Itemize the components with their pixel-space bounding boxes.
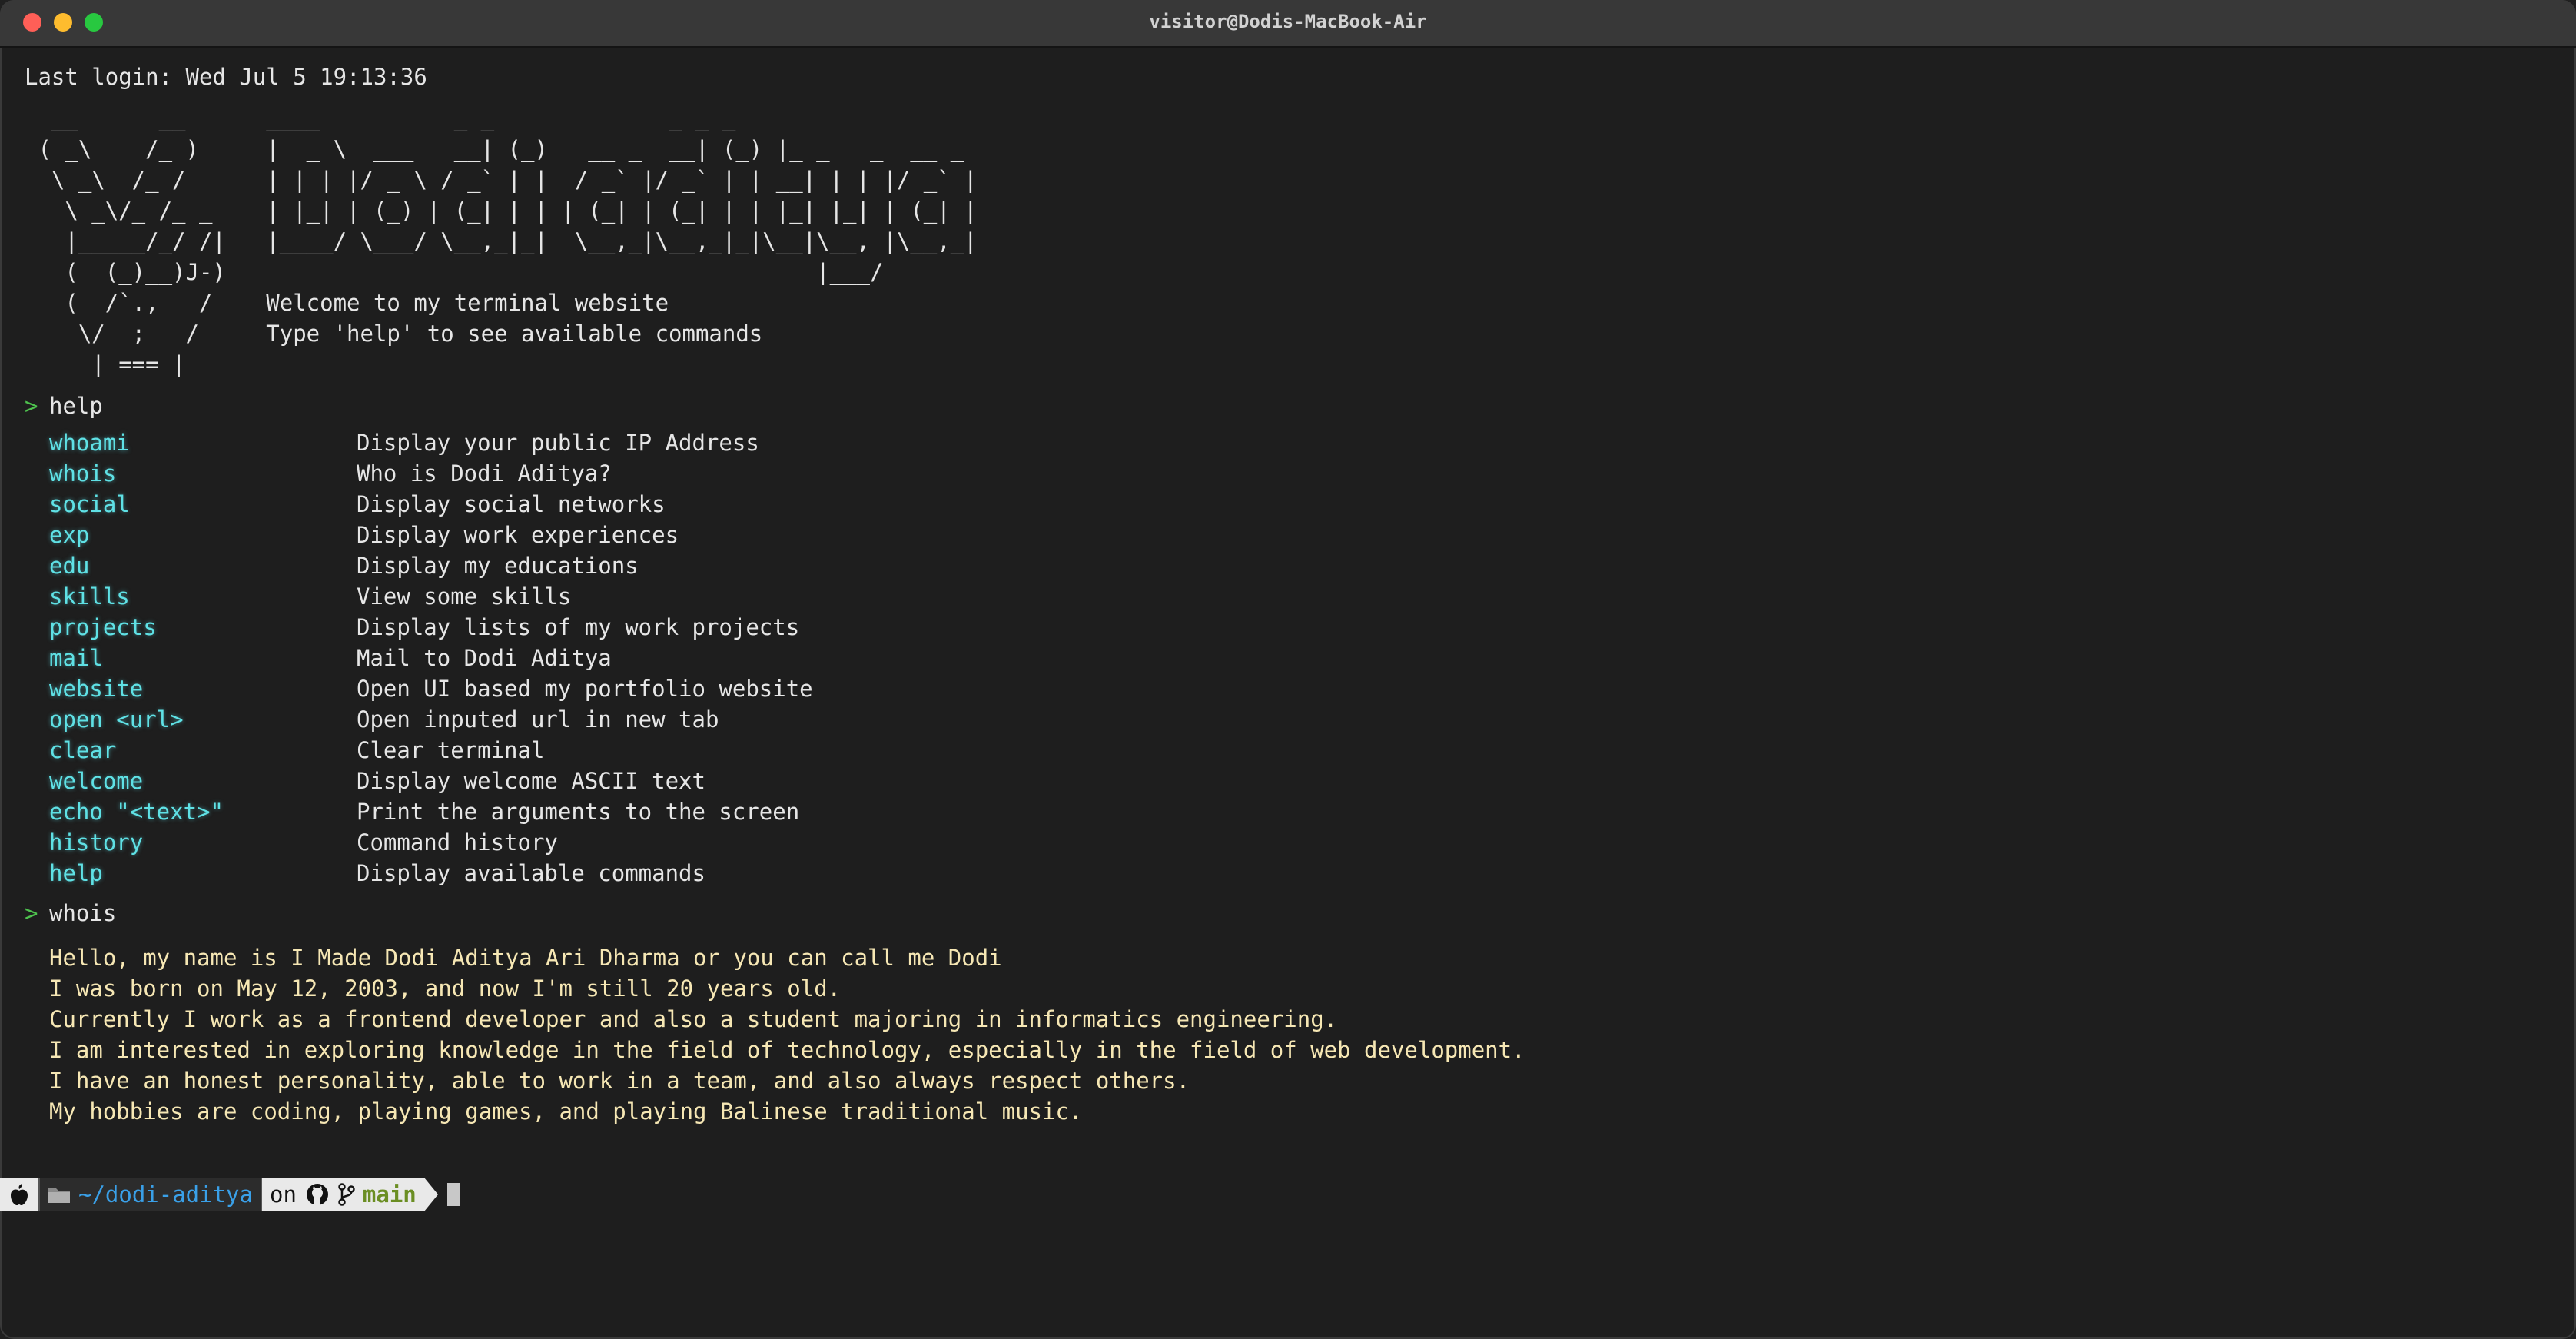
terminal-window: visitor@Dodis-MacBook-Air Last login: We… — [0, 0, 2576, 1339]
help-command-row: website Open UI based my portfolio websit… — [49, 673, 2553, 704]
welcome-ascii-art: __ __ ____ _ _ _ _ _ ( _\ /_ ) | _ \ ___… — [38, 105, 978, 377]
help-command-row: skills View some skills — [49, 581, 2553, 612]
command-description: View some skills — [357, 583, 572, 610]
whois-output: Hello, my name is I Made Dodi Aditya Ari… — [25, 942, 2553, 1127]
terminal-output[interactable]: Last login: Wed Jul 5 19:13:36 __ __ ___… — [25, 61, 2553, 1127]
command-name[interactable]: edu — [49, 550, 357, 581]
help-command-row: welcome Display welcome ASCII text — [49, 766, 2553, 796]
git-branch-name: main — [362, 1181, 417, 1208]
prompt-symbol: > — [25, 900, 38, 926]
help-command-row: help Display available commands — [49, 858, 2553, 889]
help-command-row: history Command history — [49, 827, 2553, 858]
folder-icon — [48, 1188, 70, 1203]
terminal-cursor[interactable] — [446, 1183, 460, 1206]
command-description: Display work experiences — [357, 522, 679, 548]
help-command-row: exp Display work experiences — [49, 520, 2553, 550]
help-command-row: whoami Display your public IP Address — [49, 427, 2553, 458]
help-command-row: mail Mail to Dodi Aditya — [49, 643, 2553, 673]
help-command-row: edu Display my educations — [49, 550, 2553, 581]
command-name[interactable]: exp — [49, 520, 357, 550]
entered-command: help — [49, 393, 103, 419]
command-name[interactable]: projects — [49, 612, 357, 643]
command-description: Display lists of my work projects — [357, 614, 800, 640]
command-description: Command history — [357, 829, 558, 856]
command-description: Clear terminal — [357, 737, 545, 763]
last-login-text: Last login: Wed Jul 5 19:13:36 — [25, 64, 427, 90]
apple-icon — [11, 1184, 28, 1205]
whois-line: Hello, my name is I Made Dodi Aditya Ari… — [49, 945, 1002, 971]
help-command-row: echo "<text>" Print the arguments to the … — [49, 796, 2553, 827]
whois-line: My hobbies are coding, playing games, an… — [49, 1098, 1083, 1125]
command-description: Display social networks — [357, 491, 666, 517]
command-name[interactable]: website — [49, 673, 357, 704]
github-icon — [306, 1184, 328, 1205]
command-description: Who is Dodi Aditya? — [357, 460, 612, 487]
command-description: Display my educations — [357, 553, 639, 579]
current-directory: ~/dodi-aditya — [78, 1181, 253, 1208]
command-name[interactable]: history — [49, 827, 357, 858]
apple-segment — [0, 1178, 38, 1211]
powerline-arrow — [423, 1178, 438, 1211]
command-description: Display available commands — [357, 860, 705, 886]
window-title: visitor@Dodis-MacBook-Air — [1149, 11, 1427, 32]
shell-prompt-bar: ~/dodi-aditya on main — [0, 1178, 460, 1211]
whois-line: I am interested in exploring knowledge i… — [49, 1037, 1525, 1063]
command-name[interactable]: clear — [49, 735, 357, 766]
help-command-list: whoami Display your public IP Address whoi… — [25, 427, 2553, 889]
git-branch-icon — [338, 1183, 355, 1206]
command-description: Display your public IP Address — [357, 430, 759, 456]
command-name[interactable]: whoami — [49, 427, 357, 458]
on-label: on — [269, 1181, 297, 1208]
command-description: Open UI based my portfolio website — [357, 676, 813, 702]
command-name[interactable]: whois — [49, 458, 357, 489]
command-name[interactable]: help — [49, 858, 357, 889]
entered-command: whois — [49, 900, 117, 926]
command-description: Open inputed url in new tab — [357, 706, 719, 733]
command-name[interactable]: skills — [49, 581, 357, 612]
command-name[interactable]: social — [49, 489, 357, 520]
command-description: Print the arguments to the screen — [357, 799, 800, 825]
command-name[interactable]: echo "<text>" — [49, 796, 357, 827]
prompt-line-help: > help — [25, 390, 2553, 421]
command-description: Display welcome ASCII text — [357, 768, 705, 794]
help-command-row: clear Clear terminal — [49, 735, 2553, 766]
whois-line: Currently I work as a frontend developer… — [49, 1006, 1338, 1032]
command-name[interactable]: mail — [49, 643, 357, 673]
help-command-row: projects Display lists of my work project… — [49, 612, 2553, 643]
help-command-row: open <url> Open inputed url in new tab — [49, 704, 2553, 735]
help-command-row: social Display social networks — [49, 489, 2553, 520]
command-name[interactable]: open <url> — [49, 704, 357, 735]
whois-line: I was born on May 12, 2003, and now I'm … — [49, 975, 842, 1002]
whois-line: I have an honest personality, able to wo… — [49, 1068, 1190, 1094]
command-description: Mail to Dodi Aditya — [357, 645, 612, 671]
title-bar: visitor@Dodis-MacBook-Air — [0, 0, 2576, 48]
git-segment: on main — [261, 1178, 424, 1211]
command-name[interactable]: welcome — [49, 766, 357, 796]
prompt-line-whois: > whois — [25, 898, 2553, 929]
prompt-symbol: > — [25, 393, 38, 419]
help-command-row: whois Who is Dodi Aditya? — [49, 458, 2553, 489]
directory-segment: ~/dodi-aditya — [38, 1178, 262, 1211]
